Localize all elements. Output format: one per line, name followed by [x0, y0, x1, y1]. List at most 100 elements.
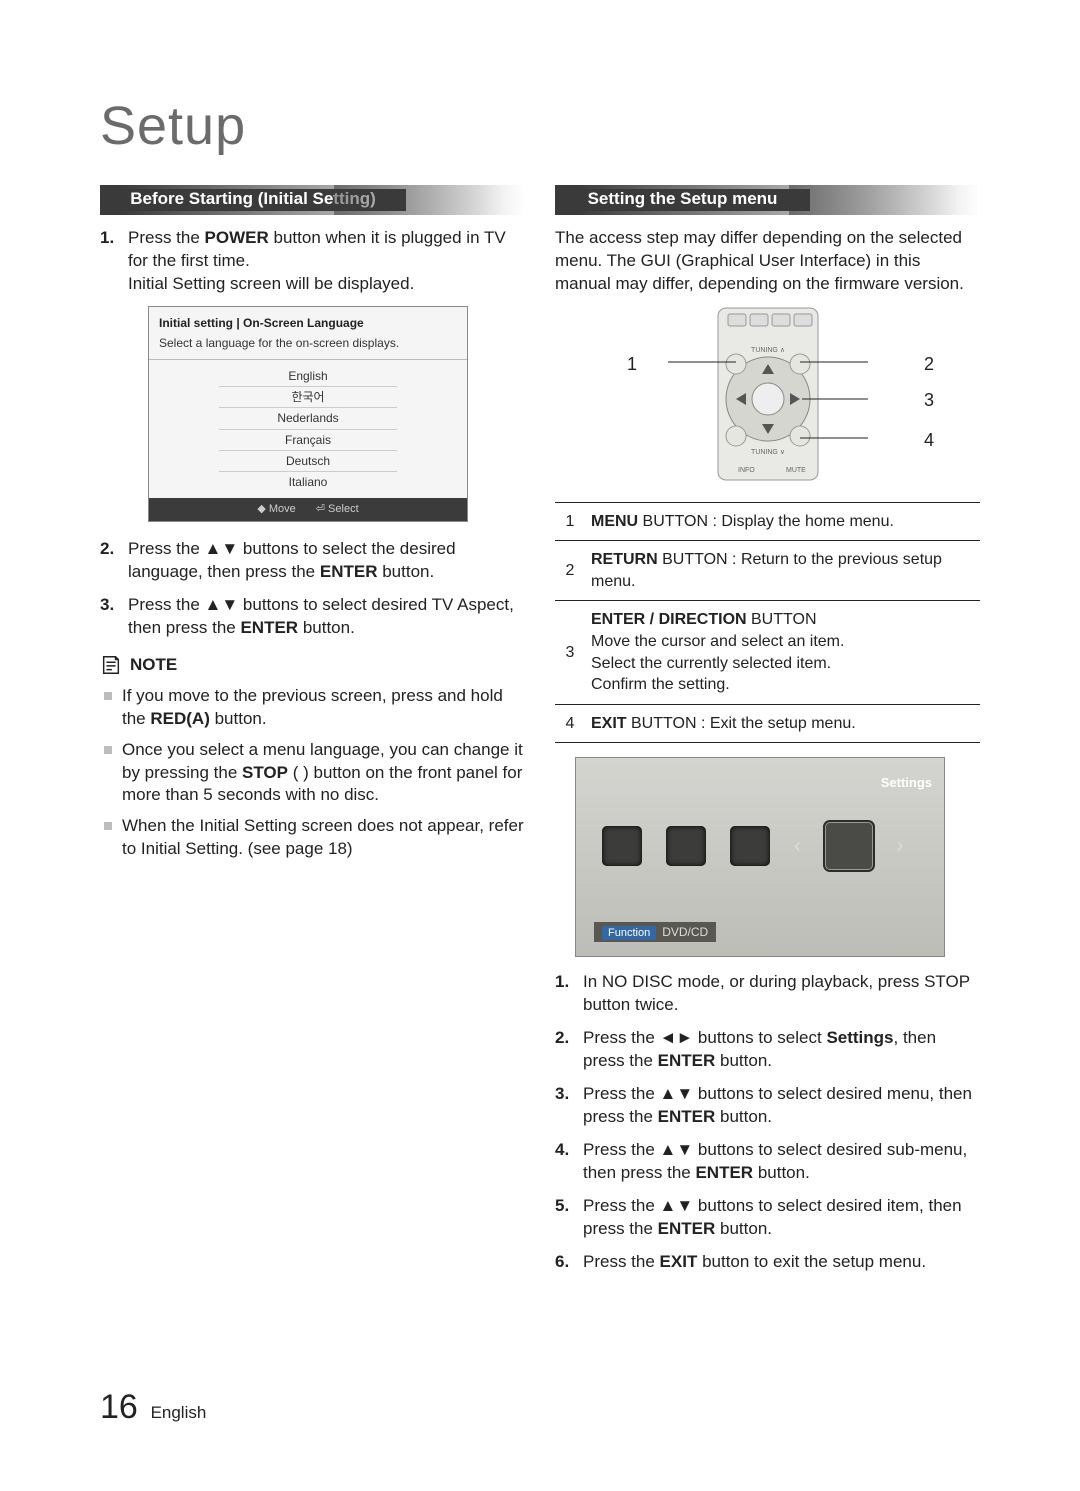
tv-mode: DVD/CD: [662, 925, 708, 939]
section-header-right-label: Setting the Setup menu: [555, 189, 810, 211]
callout-1: 1: [627, 352, 637, 376]
tv-icon-selected: [825, 822, 873, 870]
remote-icon: TUNING ∧ TUNING ∨ INFO MUTE: [658, 304, 878, 484]
text-bold: RETURN: [591, 551, 658, 568]
text: button.: [378, 562, 435, 581]
page-title: Setup: [100, 90, 980, 163]
note-item: If you move to the previous screen, pres…: [122, 685, 525, 731]
left-step-1: Press the POWER button when it is plugge…: [100, 227, 525, 522]
tv-icon: [666, 826, 706, 866]
button-definitions: 1 MENU BUTTON : Display the home menu. 2…: [555, 502, 980, 744]
svg-text:TUNING ∧: TUNING ∧: [751, 347, 785, 354]
text-bold: POWER: [205, 228, 269, 247]
table-row: 4 EXIT BUTTON : Exit the setup menu.: [555, 704, 980, 743]
text: Press the: [583, 1252, 660, 1271]
tv-badge: Settings: [881, 774, 932, 792]
text-bold: ENTER: [658, 1219, 716, 1238]
note-item: Once you select a menu language, you can…: [122, 739, 525, 808]
row-num: 2: [555, 541, 585, 601]
langbox-item: Français: [219, 430, 397, 451]
text-bold: ENTER: [658, 1107, 716, 1126]
text: Press the: [128, 228, 205, 247]
text: button.: [715, 1107, 772, 1126]
tv-footer: Function DVD/CD: [594, 922, 716, 943]
page-number: 16: [100, 1388, 138, 1426]
left-step-3: Press the ▲▼ buttons to select desired T…: [100, 594, 525, 640]
text: Press the ▲▼ buttons to select desired m…: [583, 1084, 972, 1126]
langbox-footer: ◆ Move ⏎ Select: [149, 498, 467, 521]
tv-icons: ‹ ›: [602, 822, 903, 870]
tv-screenshot: Settings ‹ › Function DVD/CD: [575, 757, 945, 957]
table-row: 2 RETURN BUTTON : Return to the previous…: [555, 541, 980, 601]
text: button to exit the setup menu.: [697, 1252, 926, 1271]
tv-icon: [730, 826, 770, 866]
chevron-left-icon: ‹: [794, 833, 801, 860]
left-column: Before Starting (Initial Setting) Press …: [100, 185, 525, 1284]
right-intro: The access step may differ depending on …: [555, 227, 980, 296]
langbox-subtitle: Select a language for the on-screen disp…: [149, 335, 467, 360]
text-bold: EXIT: [591, 715, 627, 732]
langbox-item: 한국어: [219, 387, 397, 408]
text-bold: STOP: [242, 763, 288, 782]
svg-text:INFO: INFO: [738, 467, 755, 474]
text-bold: Settings: [826, 1028, 893, 1047]
text: button.: [753, 1163, 810, 1182]
langbox-select-hint: ⏎ Select: [316, 502, 359, 517]
row-num: 4: [555, 704, 585, 743]
chevron-right-icon: ›: [897, 833, 904, 860]
right-step: Press the ▲▼ buttons to select desired s…: [555, 1139, 980, 1185]
row-desc: MENU BUTTON : Display the home menu.: [585, 502, 980, 541]
language-select-mockup: Initial setting | On-Screen Language Sel…: [148, 306, 468, 522]
text: In NO DISC mode, or during playback, pre…: [583, 972, 970, 1014]
text-bold: ENTER: [320, 562, 378, 581]
langbox-item: Italiano: [219, 472, 397, 492]
table-row: 3 ENTER / DIRECTION BUTTON Move the curs…: [555, 601, 980, 704]
text-bold: MENU: [591, 513, 638, 530]
section-header-left: Before Starting (Initial Setting): [100, 185, 525, 215]
right-steps: In NO DISC mode, or during playback, pre…: [555, 971, 980, 1273]
page-footer: 16 English: [100, 1385, 206, 1431]
right-step: Press the ◄► buttons to select Settings,…: [555, 1027, 980, 1073]
svg-text:TUNING ∨: TUNING ∨: [751, 449, 785, 456]
text: Press the ▲▼ buttons to select desired i…: [583, 1196, 962, 1238]
right-step: Press the EXIT button to exit the setup …: [555, 1251, 980, 1274]
langbox-move-hint: ◆ Move: [257, 502, 295, 517]
text-bold: ENTER: [240, 618, 298, 637]
langbox-item: Nederlands: [219, 408, 397, 429]
text-bold: ENTER / DIRECTION: [591, 611, 747, 628]
note-list: If you move to the previous screen, pres…: [100, 685, 525, 862]
text: button.: [715, 1051, 772, 1070]
note-label: NOTE: [130, 654, 177, 677]
page-language: English: [151, 1403, 207, 1422]
row-desc: ENTER / DIRECTION BUTTON Move the cursor…: [585, 601, 980, 704]
row-desc: EXIT BUTTON : Exit the setup menu.: [585, 704, 980, 743]
text-bold: EXIT: [660, 1252, 698, 1271]
svg-text:MUTE: MUTE: [786, 467, 806, 474]
section-header-right: Setting the Setup menu: [555, 185, 980, 215]
left-step-2: Press the ▲▼ buttons to select the desir…: [100, 538, 525, 584]
note-icon: [100, 654, 122, 676]
right-column: Setting the Setup menu The access step m…: [555, 185, 980, 1284]
tv-icon: [602, 826, 642, 866]
text: button.: [298, 618, 355, 637]
left-steps: Press the POWER button when it is plugge…: [100, 227, 525, 640]
text: BUTTON : Display the home menu.: [638, 513, 894, 530]
text-bold: ENTER: [695, 1163, 753, 1182]
langbox-title: Initial setting | On-Screen Language: [149, 307, 467, 335]
text: Press the ◄► buttons to select: [583, 1028, 826, 1047]
text: button.: [210, 709, 267, 728]
text: button.: [715, 1219, 772, 1238]
text-bold: ENTER: [658, 1051, 716, 1070]
row-num: 1: [555, 502, 585, 541]
row-num: 3: [555, 601, 585, 704]
right-step: Press the ▲▼ buttons to select desired m…: [555, 1083, 980, 1129]
row-desc: RETURN BUTTON : Return to the previous s…: [585, 541, 980, 601]
note-item: When the Initial Setting screen does not…: [122, 815, 525, 861]
text: BUTTON : Exit the setup menu.: [627, 715, 856, 732]
right-step: Press the ▲▼ buttons to select desired i…: [555, 1195, 980, 1241]
tv-function-badge: Function: [602, 926, 656, 940]
callout-2: 2: [924, 352, 934, 376]
callout-4: 4: [924, 428, 934, 452]
note-heading: NOTE: [100, 654, 525, 677]
langbox-item: English: [219, 366, 397, 387]
